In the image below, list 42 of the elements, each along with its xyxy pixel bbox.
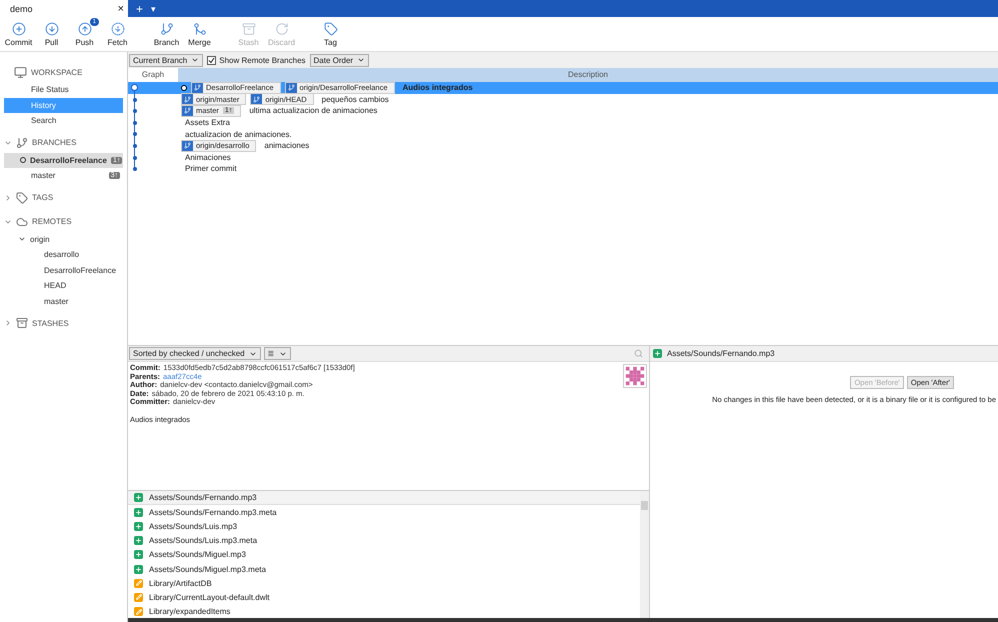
branch-dropdown[interactable]: Current Branch [129,54,204,66]
file-row[interactable]: Assets/Sounds/Fernando.mp3 [128,491,640,506]
remote-branch-item[interactable]: DesarrolloFreelance [4,262,123,278]
sidebar-item[interactable]: Search [4,113,123,128]
commit-message: ultima actualizacion de animaciones [249,106,378,116]
section-title: REMOTES [32,217,72,226]
file-path: Assets/Sounds/Fernando.mp3 [667,349,775,358]
commit-row[interactable]: Primer commit [128,163,998,175]
remote-item[interactable]: origin [30,234,120,244]
section-title: WORKSPACE [31,68,82,76]
commit-message: Audios integrados [402,83,473,92]
commit-row[interactable]: Assets Extra [128,116,998,128]
column-header[interactable]: Description [178,68,998,82]
toolbar-button[interactable]: Tag [314,22,347,46]
tab[interactable]: demo × [0,0,128,17]
remote-branch-item[interactable]: desarrollo [4,247,123,262]
sidebar-item[interactable]: File Status [4,82,123,98]
commit-message: pequeños cambios [322,94,389,104]
commit-message: actualizacion de animaciones. [185,130,292,139]
commit-message: Animaciones [185,152,231,162]
commit-message: Primer commit [185,164,237,174]
toolbar-button[interactable]: Merge [183,22,216,46]
show-remote-checkbox[interactable]: Show Remote Branches [207,56,306,64]
remote-branch-item[interactable]: master [4,294,123,309]
order-dropdown[interactable]: Date Order [310,54,370,66]
section-title: TAGS [32,193,54,202]
tab-menu-button[interactable]: ▾ [151,2,156,17]
commit-message: Assets Extra [185,118,230,128]
toolbar-button[interactable]: Fetch [101,22,134,46]
commit-row[interactable]: actualizacion de animaciones. [128,128,998,140]
sort-dropdown[interactable]: Sorted by checked / unchecked [129,347,261,360]
view-dropdown[interactable]: ≣ [264,347,291,360]
section-title: STASHES [32,318,69,328]
close-tab-button[interactable]: × [118,2,124,14]
toolbar-button[interactable]: Commit [2,22,35,46]
commit-row[interactable]: Animaciones [128,152,998,164]
toolbar-button[interactable]: Branch [150,22,183,46]
commit-message: animaciones [264,141,310,150]
toolbar-button[interactable]: Pull [35,22,68,46]
section-title: BRANCHES [32,138,76,147]
remote-branch-item[interactable]: HEAD [4,278,123,294]
new-tab-button[interactable]: + [136,2,144,17]
